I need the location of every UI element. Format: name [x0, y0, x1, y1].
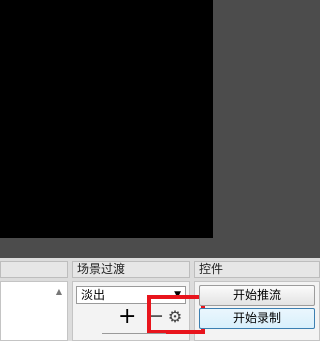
plus-icon: +: [118, 304, 137, 329]
transition-select-value: 淡出: [81, 288, 106, 302]
start-recording-button[interactable]: 开始录制: [199, 308, 315, 329]
add-transition-button[interactable]: +: [118, 304, 136, 330]
controls-title: 控件: [194, 261, 320, 278]
start-streaming-button[interactable]: 开始推流: [199, 285, 315, 306]
scene-transitions-title: 场景过渡: [72, 261, 190, 278]
dock-header-left: [0, 261, 68, 278]
scroll-up-icon[interactable]: ▲: [55, 288, 63, 296]
dock-list-left[interactable]: ▲: [0, 281, 68, 341]
preview-canvas: [0, 0, 213, 238]
preview-area: [0, 0, 320, 258]
highlight-annotation: [147, 295, 205, 334]
